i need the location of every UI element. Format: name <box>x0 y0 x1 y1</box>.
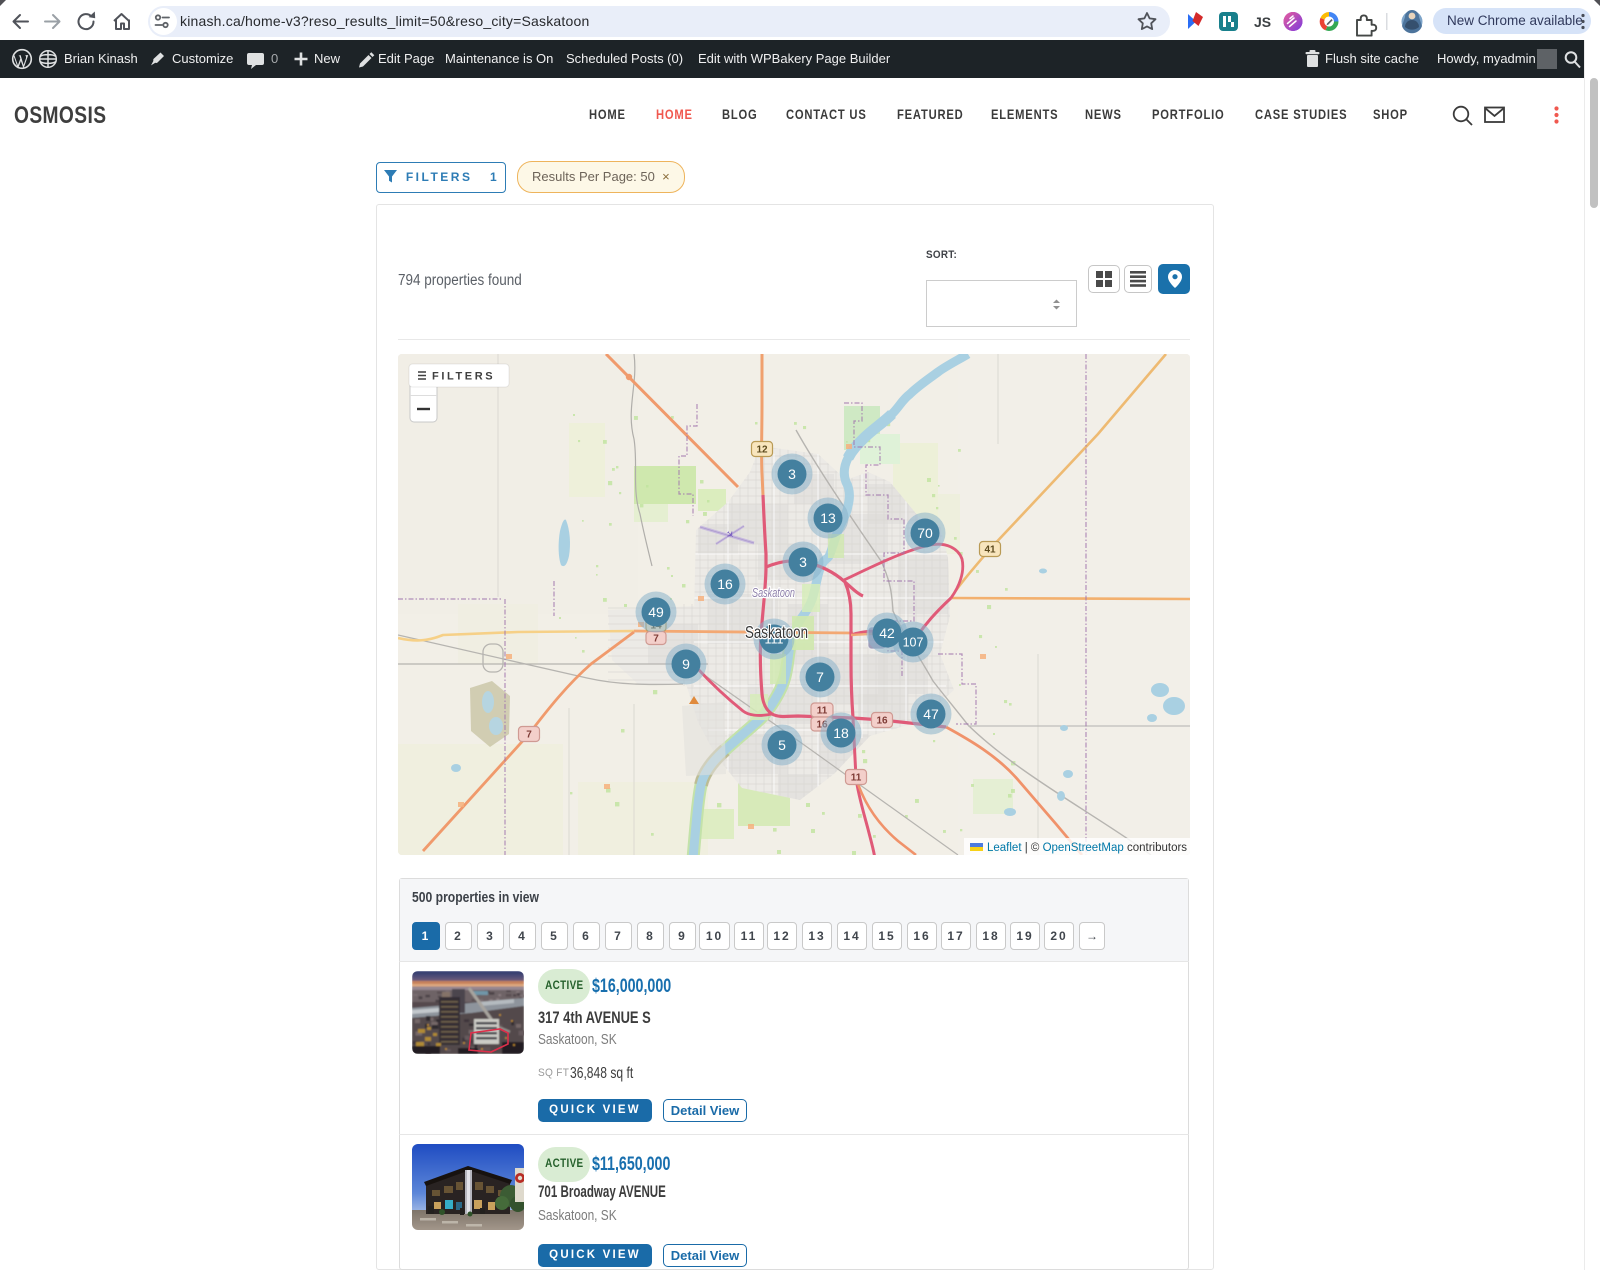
svg-text:13: 13 <box>820 510 836 526</box>
svg-text:Saskatoon: Saskatoon <box>752 586 795 600</box>
svg-text:42: 42 <box>879 625 895 641</box>
svg-text:3: 3 <box>788 466 796 482</box>
svg-text:7: 7 <box>526 730 532 741</box>
svg-text:70: 70 <box>917 525 933 541</box>
svg-text:7: 7 <box>816 669 824 685</box>
svg-text:41: 41 <box>984 545 996 556</box>
svg-text:11: 11 <box>851 773 862 784</box>
svg-text:18: 18 <box>833 725 849 741</box>
svg-text:11: 11 <box>817 706 828 717</box>
svg-text:107: 107 <box>903 636 924 650</box>
svg-text:16: 16 <box>876 716 888 727</box>
svg-text:47: 47 <box>923 706 939 722</box>
svg-text:12: 12 <box>756 445 768 456</box>
svg-text:16: 16 <box>717 576 733 592</box>
svg-text:5: 5 <box>778 737 786 753</box>
svg-text:9: 9 <box>682 656 690 672</box>
svg-text:3: 3 <box>799 554 807 570</box>
svg-text:JS: JS <box>1254 14 1271 30</box>
svg-text:Leaflet | © OpenStreetMap cont: Leaflet | © OpenStreetMap contributors <box>987 842 1187 854</box>
svg-text:7: 7 <box>653 634 659 645</box>
svg-text:49: 49 <box>648 604 664 620</box>
svg-text:FILTERS: FILTERS <box>432 371 495 383</box>
svg-text:Saskatoon: Saskatoon <box>745 622 808 642</box>
